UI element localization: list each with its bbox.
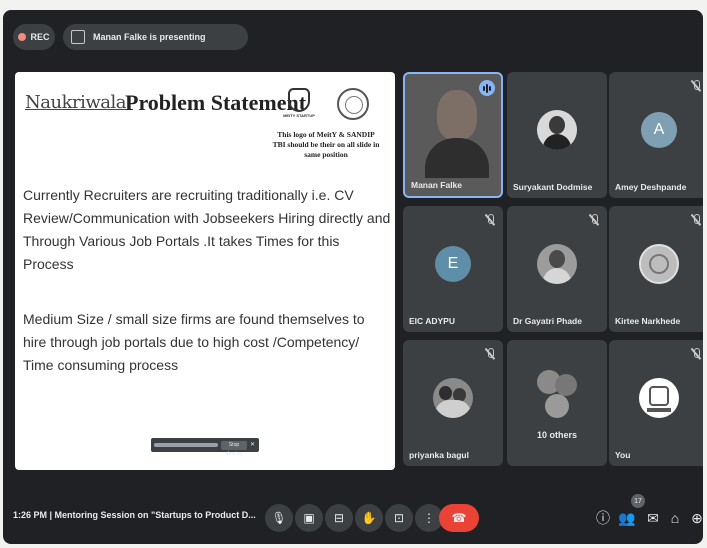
participant-name: Dr Gayatri Phade (513, 316, 582, 326)
microphone-button[interactable]: 🎙 (265, 504, 293, 532)
recording-indicator[interactable]: REC (13, 24, 55, 50)
participant-tile-manan-falke[interactable]: Manan Falke (403, 72, 503, 198)
mic-off-icon (691, 80, 701, 92)
lock-icon: ⊕ (691, 509, 703, 526)
microphone-icon: 🎙 (271, 511, 287, 525)
present-icon: ⊡ (393, 511, 405, 525)
raise-hand-button[interactable]: ✋ (355, 504, 383, 532)
close-icon[interactable]: ✕ (250, 442, 256, 448)
participant-video (425, 86, 489, 178)
mic-off-icon (691, 348, 701, 360)
avatar (639, 244, 679, 284)
participant-name: Manan Falke (411, 180, 463, 190)
participant-tile-gayatri-phade[interactable]: Dr Gayatri Phade (507, 206, 607, 332)
mic-off-icon (485, 348, 495, 360)
participant-tile-suryakant-dodmise[interactable]: Suryakant Dodmise (507, 72, 607, 198)
participant-tile-kirtee-narkhede[interactable]: Kirtee Narkhede (609, 206, 703, 332)
leave-call-button[interactable]: ☎ (439, 504, 479, 532)
stop-sharing-button[interactable]: Stop sharing (221, 440, 247, 457)
participant-tile-eic-adypu[interactable]: E EIC ADYPU (403, 206, 503, 332)
logo-note: This logo of MeitY & SANDIP TBI should b… (272, 130, 380, 159)
participant-name: priyanka bagul (409, 450, 469, 460)
avatar: A (641, 112, 677, 148)
shared-screen: Naukriwala Problem Statement MEITY START… (15, 72, 395, 470)
speaking-indicator-icon (479, 80, 495, 96)
mic-off-icon (589, 214, 599, 226)
participant-count-badge: 17 (631, 494, 645, 508)
participant-name: Suryakant Dodmise (513, 182, 593, 192)
meeting-time-and-title: 1:26 PM | Mentoring Session on "Startups… (13, 510, 256, 520)
others-avatars (533, 370, 581, 422)
meity-logo-text: MEITY STARTUP (283, 113, 315, 118)
people-button[interactable]: 👥 (617, 508, 637, 528)
participant-tile-you[interactable]: You (609, 340, 703, 466)
presenting-banner[interactable]: Manan Falke is presenting (63, 24, 248, 50)
mic-off-icon (691, 214, 701, 226)
avatar (639, 378, 679, 418)
sharing-label (154, 443, 218, 447)
more-vert-icon: ⋮ (423, 511, 435, 525)
captions-button[interactable]: ⊟ (325, 504, 353, 532)
participant-name: Kirtee Narkhede (615, 316, 681, 326)
naukriwala-logo: Naukriwala (25, 92, 126, 113)
camera-button[interactable]: ▣ (295, 504, 323, 532)
avatar (433, 378, 473, 418)
meity-startup-logo: MEITY STARTUP (275, 88, 323, 126)
others-label: 10 others (536, 430, 578, 440)
participant-tile-10-others[interactable]: 10 others (507, 340, 607, 466)
info-icon: ⓘ (596, 510, 610, 526)
activities-icon: ⌂ (670, 510, 680, 526)
record-dot-icon (18, 33, 27, 41)
chat-icon: ✉ (647, 509, 659, 526)
problem-paragraph-2: Medium Size / small size firms are found… (23, 311, 365, 373)
mic-off-icon (485, 214, 495, 226)
sandip-tbi-logo (337, 88, 369, 120)
chat-button[interactable]: ✉ (643, 508, 663, 528)
presenting-text: Manan Falke is presenting (93, 32, 206, 42)
present-button[interactable]: ⊡ (385, 504, 413, 532)
meity-emblem-icon (288, 88, 310, 112)
participant-tile-amey-deshpande[interactable]: A Amey Deshpande (609, 72, 703, 198)
participant-tile-priyanka-bagul[interactable]: priyanka bagul (403, 340, 503, 466)
participant-name: You (615, 450, 631, 460)
avatar: E (435, 246, 471, 282)
avatar (537, 110, 577, 150)
sharing-toolbar: Stop sharing ✕ (151, 438, 259, 457)
participant-name: Amey Deshpande (615, 182, 687, 192)
avatar (537, 244, 577, 284)
activities-button[interactable]: ⌂ (665, 508, 685, 528)
present-screen-icon (71, 30, 85, 44)
people-icon: 👥 (618, 509, 636, 526)
meet-window: REC Manan Falke is presenting Naukriwala… (3, 10, 703, 544)
problem-paragraph-1: Currently Recruiters are recruiting trad… (23, 187, 391, 272)
phone-hangup-icon: ☎ (451, 511, 467, 525)
captions-icon: ⊟ (333, 511, 345, 525)
participant-name: EIC ADYPU (409, 316, 455, 326)
camera-icon: ▣ (303, 511, 315, 525)
meeting-details-button[interactable]: ⓘ (593, 508, 613, 528)
hand-icon: ✋ (361, 511, 377, 525)
rec-label: REC (30, 32, 50, 42)
host-controls-button[interactable]: ⊕ (687, 508, 703, 528)
